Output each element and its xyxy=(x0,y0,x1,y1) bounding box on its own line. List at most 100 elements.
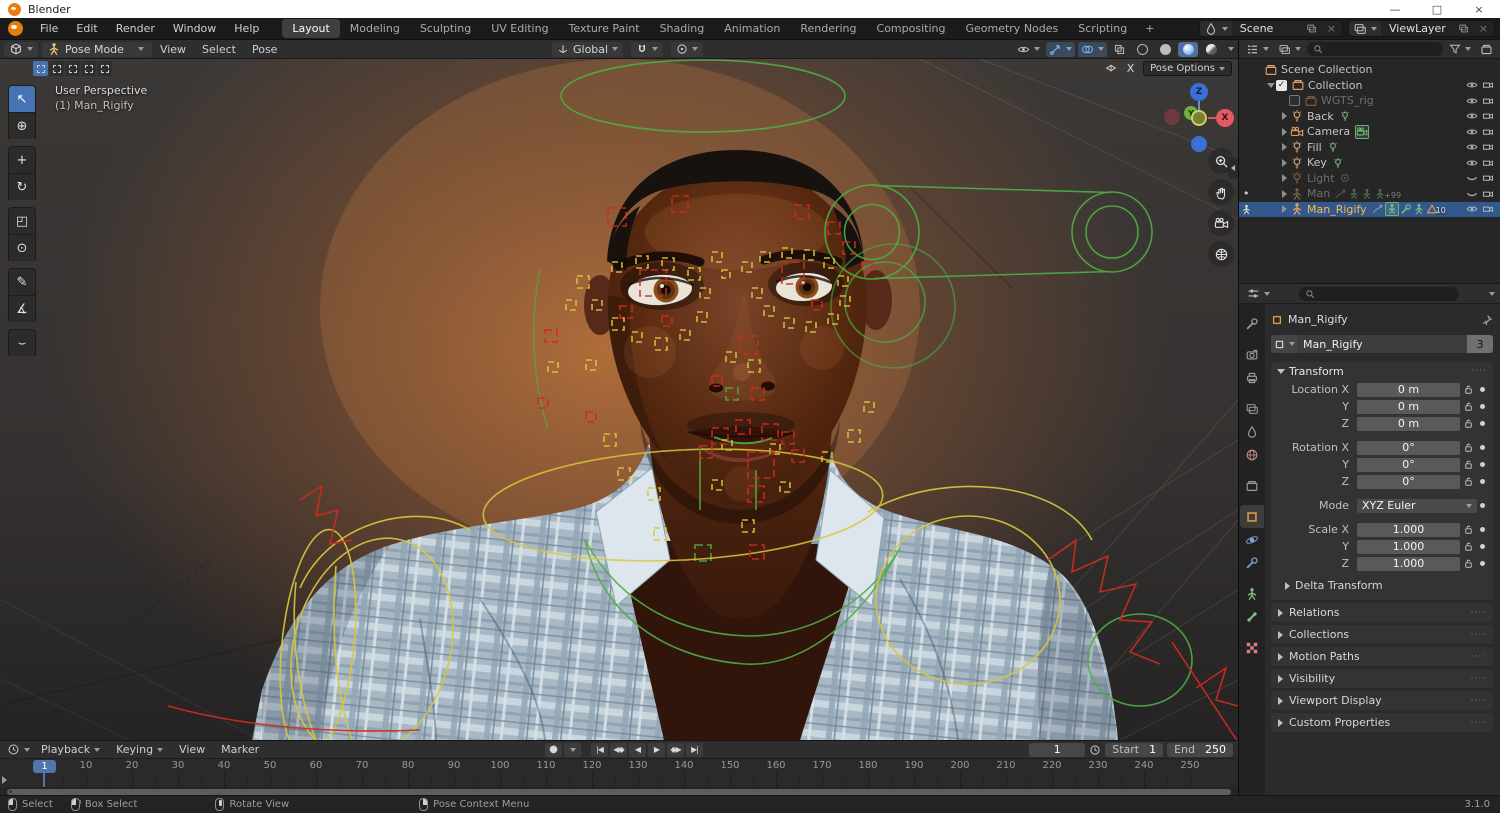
hide-viewport-toggle[interactable] xyxy=(1466,157,1478,169)
workspace-tab[interactable]: Geometry Nodes xyxy=(955,19,1068,38)
animate-dot[interactable] xyxy=(1477,445,1487,450)
editor-type-button[interactable] xyxy=(4,41,38,57)
close-button[interactable]: × xyxy=(1458,0,1500,18)
workspace-tab[interactable]: Scripting xyxy=(1068,19,1137,38)
camera-view-icon[interactable] xyxy=(1208,210,1234,236)
properties-tab[interactable] xyxy=(1240,582,1264,605)
keying-set-dropdown[interactable] xyxy=(564,742,581,757)
timeline-ruler[interactable]: 10 20 30 40 50 60 70 80 90 100 110 120 1… xyxy=(0,759,1238,805)
animate-dot[interactable] xyxy=(1477,479,1487,484)
scene-name-field[interactable]: Scene xyxy=(1232,22,1302,35)
toolbar-tool-button[interactable]: ↻ xyxy=(8,173,36,200)
toolbar-tool-button[interactable]: + xyxy=(8,146,36,173)
shading-wireframe-button[interactable] xyxy=(1132,42,1152,57)
workspace-tab[interactable]: Modeling xyxy=(340,19,410,38)
select-mode-button[interactable] xyxy=(81,61,96,76)
lock-icon[interactable] xyxy=(1460,401,1477,412)
viewport-menu-item[interactable]: View xyxy=(152,43,194,56)
mirror-x-toggle[interactable]: X xyxy=(1123,61,1139,76)
workspace-tab[interactable]: Layout xyxy=(282,19,340,38)
collapsed-section-header[interactable]: Viewport Display ···· xyxy=(1271,691,1493,710)
transform-value-field[interactable]: 0° xyxy=(1357,440,1460,455)
collapsed-section-header[interactable]: Collections ···· xyxy=(1271,625,1493,644)
show-gizmo-toggle[interactable] xyxy=(1046,41,1075,57)
transform-value-field[interactable]: 0° xyxy=(1357,474,1460,489)
select-mode-button[interactable] xyxy=(65,61,80,76)
disable-render-toggle[interactable] xyxy=(1482,188,1494,200)
outliner-search-input[interactable] xyxy=(1307,42,1443,56)
timeline-menu-item[interactable]: View xyxy=(171,743,213,756)
lock-icon[interactable] xyxy=(1460,442,1477,453)
object-type-visibility-dropdown[interactable] xyxy=(1014,42,1043,57)
toolbar-tool-button[interactable]: ⊕ xyxy=(8,112,36,139)
xray-toggle[interactable] xyxy=(1110,42,1129,57)
maximize-button[interactable]: □ xyxy=(1416,0,1458,18)
lock-icon[interactable] xyxy=(1460,541,1477,552)
perspective-toggle-icon[interactable] xyxy=(1208,241,1234,267)
workspace-tab[interactable]: Texture Paint xyxy=(559,19,650,38)
collapsed-section-header[interactable]: Motion Paths ···· xyxy=(1271,647,1493,666)
lock-icon[interactable] xyxy=(1460,384,1477,395)
timeline-menu-item[interactable]: Playback xyxy=(33,743,108,756)
pan-hand-icon[interactable] xyxy=(1208,179,1234,205)
disable-render-toggle[interactable] xyxy=(1482,126,1494,138)
hide-viewport-toggle[interactable] xyxy=(1466,110,1478,122)
disable-render-toggle[interactable] xyxy=(1482,79,1494,91)
properties-tab[interactable] xyxy=(1240,551,1264,574)
properties-search-input[interactable] xyxy=(1299,286,1459,301)
navigation-gizmo[interactable]: Z X Y xyxy=(1160,79,1238,157)
collapsed-section-header[interactable]: Visibility ···· xyxy=(1271,669,1493,688)
collapsed-section-header[interactable]: Custom Properties ···· xyxy=(1271,713,1493,732)
animate-dot[interactable] xyxy=(1477,387,1487,392)
shading-rendered-button[interactable] xyxy=(1201,42,1221,57)
animate-dot[interactable] xyxy=(1477,421,1487,426)
outliner-row[interactable]: Scene Collection xyxy=(1239,62,1500,78)
menubar-item[interactable]: Help xyxy=(225,19,268,38)
properties-options-dropdown[interactable] xyxy=(1489,291,1495,296)
properties-tab[interactable] xyxy=(1240,366,1264,389)
outliner-row[interactable]: Light xyxy=(1239,171,1500,187)
collection-checkbox[interactable]: ✓ xyxy=(1276,79,1287,91)
workspace-tab[interactable]: Animation xyxy=(714,19,790,38)
transform-value-field[interactable]: 0 m xyxy=(1357,416,1460,431)
expand-arrow-icon[interactable] xyxy=(1279,205,1289,213)
collection-checkbox[interactable] xyxy=(1289,95,1300,107)
animate-dot[interactable] xyxy=(1477,503,1487,508)
outliner-row[interactable]: Fill xyxy=(1239,140,1500,156)
add-workspace-button[interactable]: + xyxy=(1137,20,1162,37)
properties-tab[interactable] xyxy=(1240,605,1264,628)
menubar-item[interactable]: Render xyxy=(107,19,164,38)
current-frame-badge[interactable]: 1 xyxy=(33,760,56,773)
lock-icon[interactable] xyxy=(1460,418,1477,429)
properties-tab[interactable] xyxy=(1240,528,1264,551)
outliner-row[interactable]: Man_Rigify 10 xyxy=(1239,201,1500,217)
transform-value-field[interactable]: 1.000 xyxy=(1357,539,1460,554)
show-overlays-toggle[interactable] xyxy=(1078,41,1107,57)
shading-material-preview-button[interactable] xyxy=(1178,41,1198,57)
viewport-3d[interactable]: User Perspective (1) Man_Rigify ↖ ⊕ + ↻ ◰ ⊙ ✎ ∡… xyxy=(0,59,1238,740)
playback-button[interactable]: ▶| xyxy=(686,742,703,757)
expand-arrow-icon[interactable] xyxy=(1279,174,1289,182)
outliner-row[interactable]: Key xyxy=(1239,155,1500,171)
lock-icon[interactable] xyxy=(1460,476,1477,487)
disable-render-toggle[interactable] xyxy=(1482,141,1494,153)
animate-dot[interactable] xyxy=(1477,527,1487,532)
workspace-tab[interactable]: Sculpting xyxy=(410,19,481,38)
animate-dot[interactable] xyxy=(1477,544,1487,549)
timeline-menu-item[interactable]: Marker xyxy=(213,743,267,756)
viewport-menu-item[interactable]: Pose xyxy=(244,43,285,56)
workspace-tab[interactable]: Shading xyxy=(650,19,715,38)
new-collection-button[interactable] xyxy=(1477,42,1496,57)
hide-viewport-toggle[interactable] xyxy=(1466,188,1478,200)
collapsed-section-header[interactable]: Relations ···· xyxy=(1271,603,1493,622)
lock-icon[interactable] xyxy=(1460,558,1477,569)
timeline-menu-item[interactable]: Keying xyxy=(108,743,171,756)
playback-button[interactable]: ◆▶ xyxy=(667,742,684,757)
select-mode-button[interactable] xyxy=(97,61,112,76)
expand-arrow-icon[interactable] xyxy=(1279,112,1289,120)
animate-dot[interactable] xyxy=(1477,561,1487,566)
properties-tab[interactable] xyxy=(1240,443,1264,466)
proportional-editing-toggle[interactable] xyxy=(671,41,704,57)
toolbar-tool-button[interactable]: ⌣ xyxy=(8,329,36,356)
delta-transform-header[interactable]: Delta Transform xyxy=(1271,571,1493,594)
